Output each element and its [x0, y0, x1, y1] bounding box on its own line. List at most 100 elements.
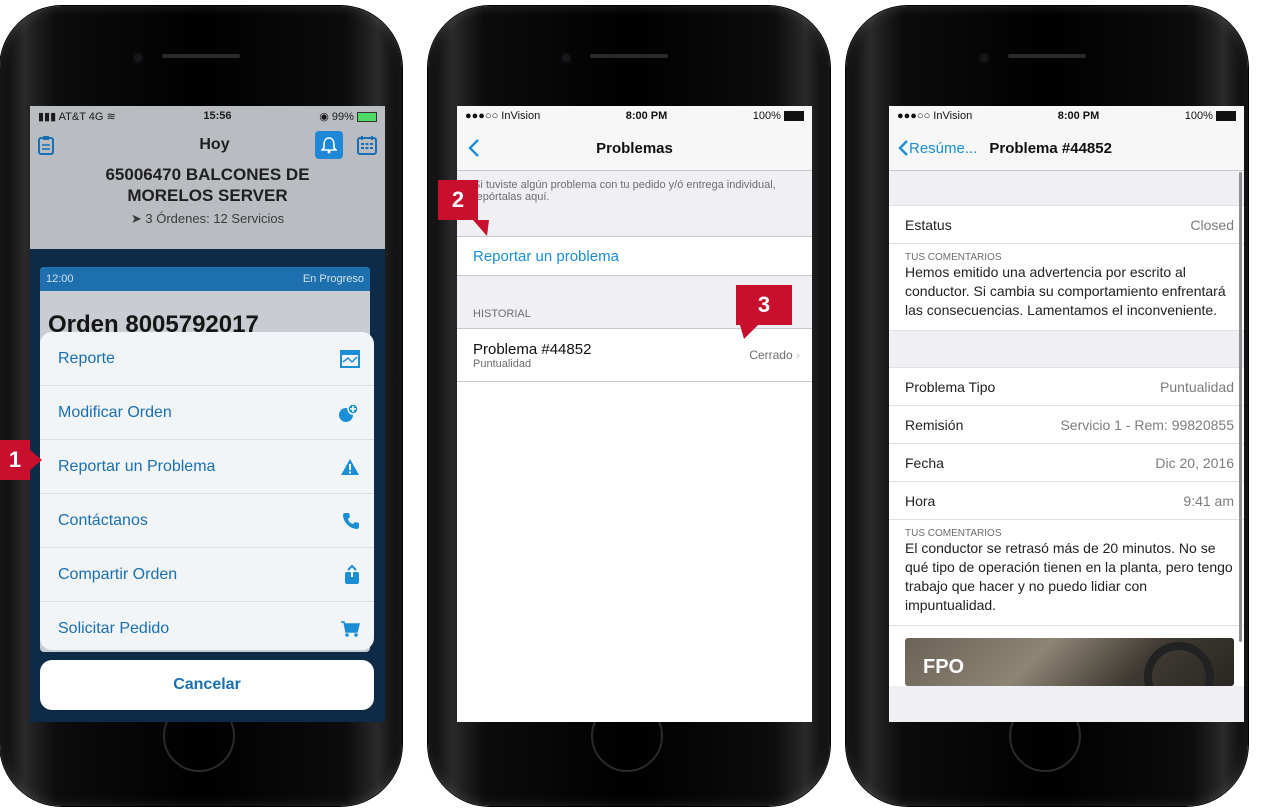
nav-bar: Problemas	[457, 126, 812, 171]
battery-icon	[784, 111, 804, 122]
comment-text: El conductor se retrasó más de 20 minuto…	[905, 540, 1233, 613]
history-item-status: Cerrado	[749, 348, 793, 362]
tire-image-shape	[1144, 642, 1214, 686]
nav-title: Hoy	[199, 136, 230, 153]
detail-label: Hora	[905, 492, 936, 509]
nav-title: Problemas	[596, 139, 673, 157]
action-label: Modificar Orden	[58, 403, 172, 421]
detail-label: Fecha	[905, 454, 944, 471]
nav-bar: Resúme... Problema #44852	[889, 126, 1244, 171]
phone-icon	[343, 512, 359, 529]
screen-today: ▮▮▮ AT&T 4G ≋ 15:56 ◉ 99% Hoy 65006470 B…	[30, 106, 385, 722]
step-number: 3	[757, 292, 771, 317]
battery-percent: 100%	[1184, 110, 1213, 122]
action-label: Reportar un Problema	[58, 457, 216, 475]
clock: 8:00 PM	[625, 110, 668, 122]
action-reporte[interactable]: Reporte	[40, 332, 374, 386]
screen-problema-detalle: ●●●○○ InVision 8:00 PM 100% Resúme... Pr…	[889, 106, 1244, 722]
camera	[562, 54, 570, 62]
cart-icon	[341, 620, 360, 637]
step-badge-1-pointer	[30, 450, 42, 470]
back-label: Resúme...	[909, 139, 978, 157]
status-bar: ▮▮▮ AT&T 4G ≋ 15:56 ◉ 99%	[30, 106, 385, 126]
comment-block-1: TUS COMENTARIOS Hemos emitido una advert…	[889, 244, 1244, 331]
calendar-icon[interactable]	[356, 135, 377, 155]
estatus-label: Estatus	[905, 216, 952, 233]
action-label: Solicitar Pedido	[58, 619, 170, 637]
clock: 15:56	[203, 110, 232, 122]
phone-3: ●●●○○ InVision 8:00 PM 100% Resúme... Pr…	[846, 6, 1248, 806]
step-badge-2-pointer	[473, 220, 489, 236]
warning-icon	[341, 458, 359, 475]
header-area: ▮▮▮ AT&T 4G ≋ 15:56 ◉ 99% Hoy 65006470 B…	[30, 106, 385, 249]
order-time: 12:00	[46, 273, 74, 285]
battery-icon	[356, 111, 377, 122]
back-button[interactable]: Resúme...	[897, 139, 977, 157]
attachment-image[interactable]: FPO	[905, 638, 1234, 686]
clock: 8:00 PM	[1057, 110, 1100, 122]
step-badge-2: 2	[438, 180, 478, 220]
step-number: 2	[451, 187, 465, 212]
back-chevron-icon	[898, 140, 908, 156]
orders-summary: ➤ 3 Órdenes: 12 Servicios	[30, 211, 385, 227]
detail-label: Problema Tipo	[905, 378, 996, 395]
screen-problemas: ●●●○○ InVision 8:00 PM 100% Problemas Si…	[457, 106, 812, 722]
alarm-icon: ◉	[319, 110, 329, 123]
orders-summary-text: 3 Órdenes: 12 Servicios	[145, 211, 285, 226]
wifi-icon: ≋	[106, 110, 116, 123]
customer-name: 65006470 BALCONES DE MORELOS SERVER	[30, 164, 385, 206]
speaker	[162, 54, 240, 58]
estatus-value: Closed	[1190, 216, 1234, 233]
report-problem-link[interactable]: Reportar un problema	[457, 236, 812, 276]
carrier-label: AT&T 4G	[58, 110, 104, 123]
action-modificar-orden[interactable]: Modificar Orden	[40, 386, 374, 440]
step-number: 1	[8, 447, 22, 472]
order-status: En Progreso	[302, 273, 364, 285]
customer-name-line1: 65006470 BALCONES DE	[105, 165, 310, 184]
step-badge-3: 3	[736, 285, 792, 325]
carrier-label: ●●●○○ InVision	[897, 110, 973, 122]
phone-1: ▮▮▮ AT&T 4G ≋ 15:56 ◉ 99% Hoy 65006470 B…	[0, 6, 402, 806]
battery-percent: 99%	[331, 110, 354, 123]
battery-icon	[1216, 111, 1236, 122]
comment-block-2: TUS COMENTARIOS El conductor se retrasó …	[889, 520, 1244, 626]
content: Si tuviste algún problema con tu pedido …	[457, 171, 812, 382]
battery-percent: 100%	[752, 110, 781, 122]
clipboard-icon[interactable]	[38, 135, 54, 155]
detail-row-hora: Hora 9:41 am	[889, 482, 1244, 520]
location-arrow-icon: ➤	[130, 211, 142, 226]
history-item[interactable]: Problema #44852 Puntualidad Cerrado ›	[457, 328, 812, 382]
action-solicitar-pedido[interactable]: Solicitar Pedido	[40, 602, 374, 650]
detail-row-fecha: Fecha Dic 20, 2016	[889, 444, 1244, 482]
empty-area	[457, 382, 812, 722]
action-reportar-problema[interactable]: Reportar un Problema	[40, 440, 374, 494]
comment-text: Hemos emitido una advertencia por escrit…	[905, 264, 1226, 318]
camera	[980, 54, 988, 62]
action-label: Reporte	[58, 349, 115, 367]
instructions-text: Si tuviste algún problema con tu pedido …	[473, 179, 776, 203]
comment-label: TUS COMENTARIOS	[905, 528, 1002, 539]
detail-label: Remisión	[905, 416, 964, 433]
detail-value: 9:41 am	[1183, 492, 1234, 509]
order-card-header: 12:00 En Progreso	[40, 267, 370, 291]
chevron-right-icon: ›	[796, 348, 800, 362]
detail-value: Dic 20, 2016	[1155, 454, 1234, 471]
cancel-button[interactable]: Cancelar	[40, 660, 374, 710]
modify-order-icon	[339, 402, 359, 422]
carrier-label: ●●●○○ InVision	[465, 110, 541, 122]
action-label: Contáctanos	[58, 511, 148, 529]
status-bar: ●●●○○ InVision 8:00 PM 100%	[889, 106, 1244, 126]
status-bar: ●●●○○ InVision 8:00 PM 100%	[457, 106, 812, 126]
action-compartir-orden[interactable]: Compartir Orden	[40, 548, 374, 602]
scrollbar[interactable]	[1239, 172, 1242, 642]
bell-icon[interactable]	[314, 131, 343, 159]
action-contactanos[interactable]: Contáctanos	[40, 494, 374, 548]
detail-value: Puntualidad	[1160, 378, 1234, 395]
action-sheet: Reporte Modificar Orden Reportar un Prob…	[40, 332, 374, 650]
detail-row-remision: Remisión Servicio 1 - Rem: 99820855	[889, 406, 1244, 444]
image-placeholder-label: FPO	[923, 656, 965, 678]
action-label: Compartir Orden	[58, 565, 178, 583]
signal-icon: ▮▮▮	[38, 110, 57, 123]
